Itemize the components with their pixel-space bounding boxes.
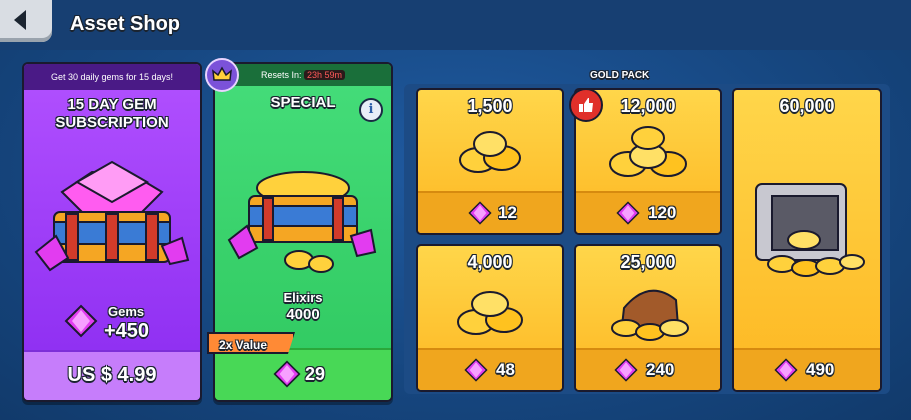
gem-icon [616, 201, 640, 225]
subscription-gems-label: Gems [108, 304, 145, 319]
special-item-amount: 4000 [286, 306, 320, 323]
subscription-buy-button[interactable]: US $ 4.99 [24, 350, 200, 400]
coin-sack-icon [611, 289, 689, 341]
gold-card-4000[interactable]: 4,000 48 [416, 244, 564, 392]
coins-icon [457, 291, 523, 335]
gold-amount: 1,500 [467, 96, 513, 116]
vault-icon [755, 183, 865, 277]
gold-card-1500[interactable]: 1,500 12 [416, 88, 564, 235]
subscription-gems-amount: +450 [104, 320, 150, 342]
special-price: 29 [305, 364, 326, 384]
coins-icon [459, 131, 521, 173]
thumbs-up-icon [569, 88, 603, 122]
special-reset-timer: Resets In: 23h 59m [215, 64, 391, 86]
gold-amount: 25,000 [620, 252, 676, 272]
gem-icon [774, 358, 798, 382]
gold-price: 490 [806, 360, 835, 379]
info-icon[interactable]: i [359, 98, 383, 122]
gem-icon [273, 360, 301, 388]
special-item-label: Elixirs [283, 290, 323, 305]
gold-price: 120 [648, 203, 677, 222]
gold-buy-button[interactable]: 120 [576, 191, 720, 233]
resets-timer: 23h 59m [304, 70, 346, 80]
page-title: Asset Shop [70, 13, 181, 35]
gold-amount: 60,000 [779, 96, 835, 116]
gem-icon [614, 358, 638, 382]
gem-icon [464, 358, 488, 382]
subscription-title-line1: 15 DAY GEM [67, 96, 157, 113]
back-arrow-icon [14, 10, 26, 30]
subscription-banner: Get 30 daily gems for 15 days! [24, 64, 200, 90]
back-button[interactable] [0, 0, 52, 42]
gem-chest-icon [34, 160, 190, 272]
subscription-price: US $ 4.99 [67, 364, 157, 386]
gold-buy-button[interactable]: 240 [576, 348, 720, 390]
gold-price: 240 [646, 360, 675, 379]
gold-amount: 4,000 [467, 252, 513, 272]
gem-subscription-card[interactable]: Get 30 daily gems for 15 days! 15 DAY GE… [22, 62, 202, 402]
top-bar: Asset Shop [0, 0, 911, 50]
gold-buy-button[interactable]: 490 [734, 348, 880, 390]
gold-pack-label: GOLD PACK [590, 70, 650, 81]
gem-icon [468, 201, 492, 225]
crown-icon [205, 58, 239, 92]
value-badge: 2x Value [207, 332, 295, 354]
coins-icon [609, 126, 687, 177]
resets-label: Resets In: [260, 70, 302, 80]
gold-buy-button[interactable]: 12 [418, 191, 562, 233]
subscription-title: 15 DAY GEM SUBSCRIPTION [24, 96, 200, 132]
special-buy-button[interactable]: 29 [215, 348, 391, 400]
gold-buy-button[interactable]: 48 [418, 348, 562, 390]
gold-card-60000[interactable]: 60,000 490 [732, 88, 882, 392]
gold-price: 48 [496, 360, 515, 379]
gold-price: 12 [498, 203, 517, 222]
gem-icon [64, 304, 98, 338]
elixir-chest-icon [227, 171, 377, 273]
gold-card-25000[interactable]: 25,000 240 [574, 244, 722, 392]
subscription-title-line2: SUBSCRIPTION [55, 114, 169, 131]
